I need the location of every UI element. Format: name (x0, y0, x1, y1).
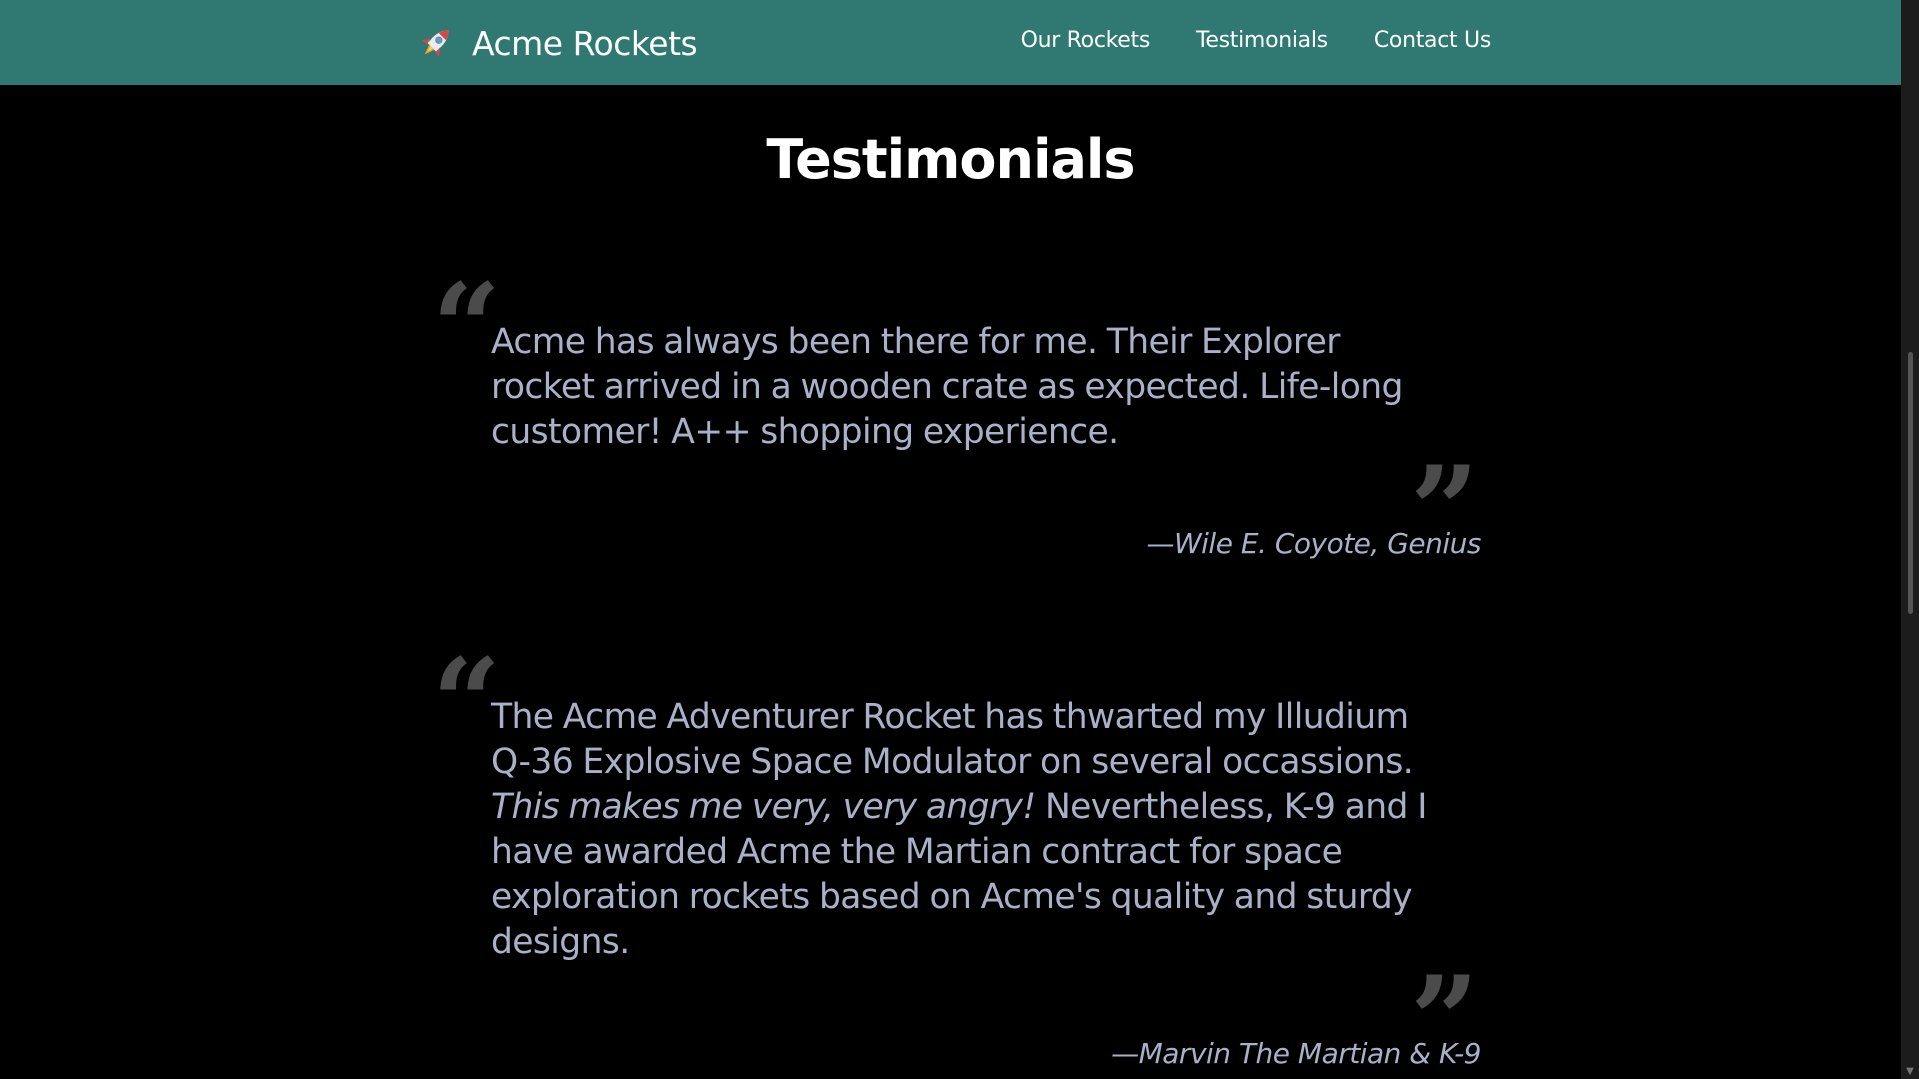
testimonial-emphasis: This makes me very, very angry! (491, 787, 1036, 827)
scrollbar-thumb[interactable] (1908, 352, 1913, 614)
nav-link-testimonials[interactable]: Testimonials (1196, 28, 1328, 53)
rocket-icon (421, 30, 449, 58)
testimonial-attribution: —Marvin The Martian & K-9 (1111, 1037, 1481, 1070)
page-title: Testimonials (766, 128, 1135, 191)
nav-link-our-rockets[interactable]: Our Rockets (1021, 28, 1151, 53)
brand-home-link[interactable]: Acme Rockets (416, 22, 698, 64)
page: Acme Rockets Our Rockets Testimonials Co… (0, 0, 1901, 1079)
brand-name: Acme Rockets (472, 23, 698, 63)
nav-link-contact-us[interactable]: Contact Us (1374, 28, 1491, 53)
testimonial-text: The Acme Adventurer Rocket has thwarted … (491, 695, 1451, 965)
main-nav: Our Rockets Testimonials Contact Us (1021, 28, 1492, 53)
testimonial-text: Acme has always been there for me. Their… (491, 322, 1403, 452)
testimonial-text-part: The Acme Adventurer Rocket has thwarted … (491, 697, 1414, 782)
testimonial-attribution: —Wile E. Coyote, Genius (1146, 527, 1481, 560)
vertical-scrollbar[interactable]: ▼ (1901, 0, 1919, 1079)
top-navigation-bar: Acme Rockets Our Rockets Testimonials Co… (0, 0, 1901, 85)
scroll-down-arrow-icon[interactable]: ▼ (1905, 1067, 1915, 1077)
